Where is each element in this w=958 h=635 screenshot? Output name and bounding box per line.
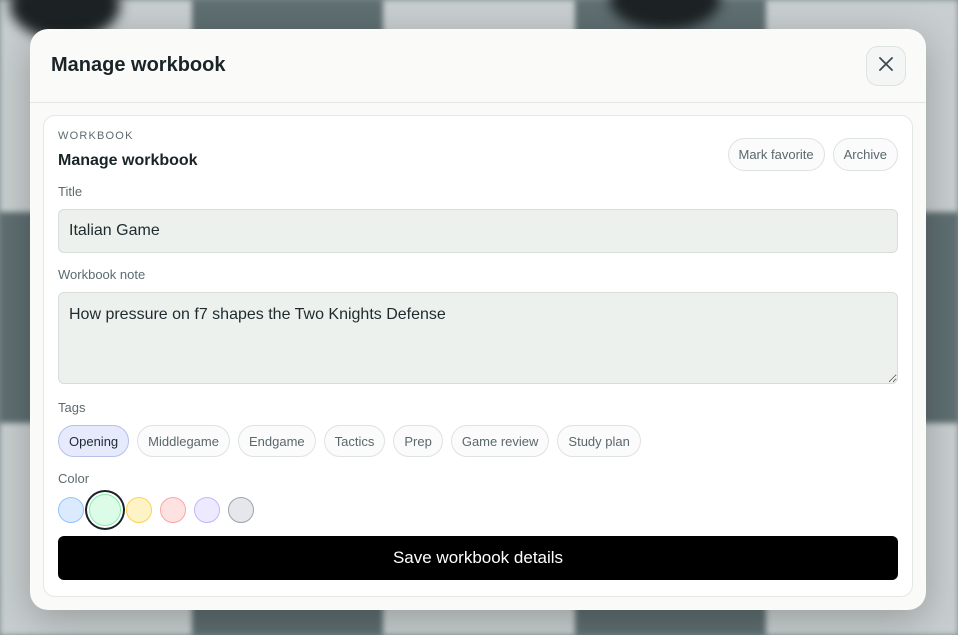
color-swatch-yellow[interactable] — [126, 497, 152, 523]
close-button[interactable] — [866, 45, 906, 86]
workbook-note-textarea[interactable]: How pressure on f7 shapes the Two Knight… — [58, 292, 898, 384]
title-input[interactable] — [58, 209, 898, 253]
tag-list: Opening Middlegame Endgame Tactics Prep … — [58, 425, 898, 457]
tag-game-review[interactable]: Game review — [450, 425, 550, 457]
tag-prep[interactable]: Prep — [393, 425, 443, 457]
color-swatch-purple[interactable] — [194, 497, 220, 523]
tag-tactics[interactable]: Tactics — [323, 425, 386, 457]
tag-study-plan[interactable]: Study plan — [557, 425, 641, 457]
card-eyebrow: WORKBOOK — [58, 130, 134, 142]
dialog-header: Manage workbook — [30, 29, 926, 103]
color-swatch-blue[interactable] — [58, 497, 84, 523]
mark-favorite-button[interactable]: Mark favorite — [727, 138, 825, 171]
color-swatch-gray[interactable] — [228, 497, 254, 523]
workbook-note-label: Workbook note — [58, 267, 146, 282]
dialog-title: Manage workbook — [51, 54, 226, 76]
title-label: Title — [58, 184, 83, 199]
manage-workbook-dialog: Manage workbook WORKBOOK Manage workbook… — [30, 29, 926, 610]
color-swatch-green[interactable] — [89, 494, 121, 526]
close-icon — [878, 56, 894, 75]
tag-middlegame[interactable]: Middlegame — [137, 425, 230, 457]
tag-endgame[interactable]: Endgame — [237, 425, 316, 457]
color-swatch-red[interactable] — [160, 497, 186, 523]
tags-label: Tags — [58, 400, 86, 415]
workbook-card: WORKBOOK Manage workbook Mark favorite A… — [43, 115, 913, 597]
card-title: Manage workbook — [58, 152, 198, 169]
color-label: Color — [58, 471, 90, 486]
tag-opening[interactable]: Opening — [58, 425, 130, 457]
archive-button[interactable]: Archive — [832, 138, 898, 171]
save-workbook-button[interactable]: Save workbook details — [58, 536, 898, 580]
color-swatch-group — [58, 494, 898, 526]
